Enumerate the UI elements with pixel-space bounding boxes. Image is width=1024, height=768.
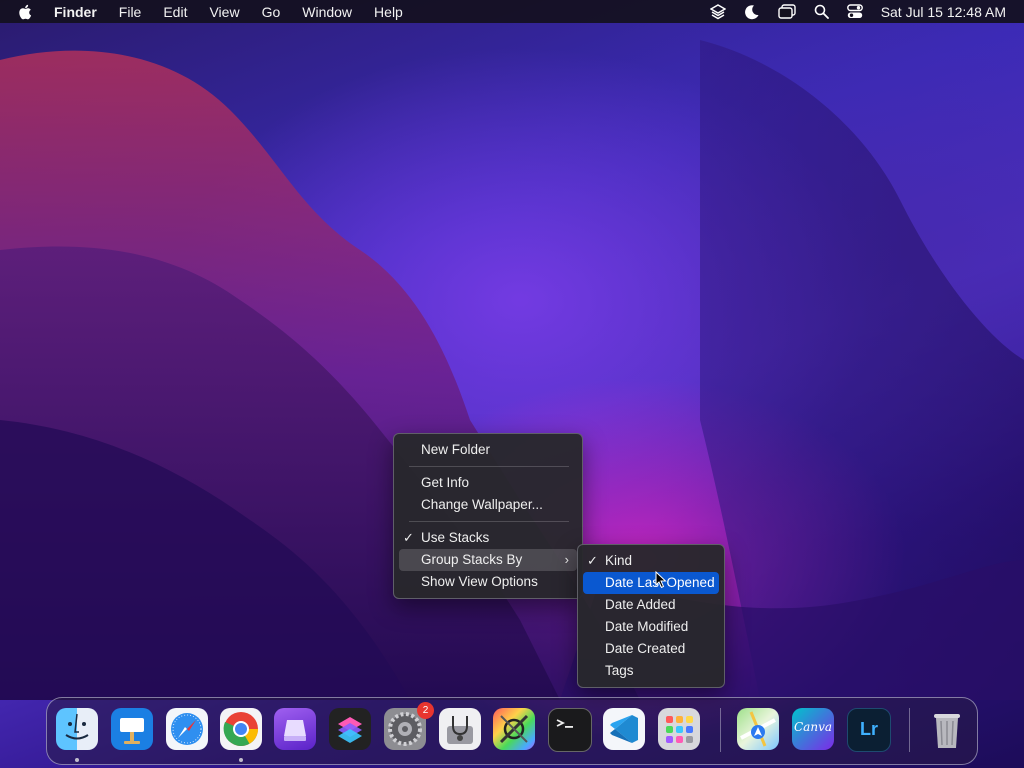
vscode-icon <box>610 715 638 743</box>
menubar-clock[interactable]: Sat Jul 15 12:48 AM <box>881 4 1006 20</box>
checkmark-icon: ✓ <box>587 553 598 568</box>
submenu-item-date-added[interactable]: Date Added <box>583 594 719 616</box>
group-stacks-submenu: ✓ Kind Date Last Opened Date Added Date M… <box>577 544 725 688</box>
menu-separator <box>409 521 569 522</box>
dock: 2 Canva Lr <box>46 697 978 765</box>
menu-bar: Finder File Edit View Go Window Help Sat… <box>0 0 1024 23</box>
dock-finder[interactable] <box>56 708 98 750</box>
menu-item-label: New Folder <box>421 442 491 457</box>
menu-separator <box>409 466 569 467</box>
submenu-item-label: Date Added <box>605 597 676 612</box>
chevron-right-icon: › <box>564 552 569 567</box>
menu-item-new-folder[interactable]: New Folder <box>399 439 577 461</box>
control-center-icon[interactable] <box>846 4 863 19</box>
menu-item-label: Get Info <box>421 475 470 490</box>
trash-icon <box>934 714 960 748</box>
dock-chrome[interactable] <box>220 708 262 750</box>
notification-badge: 2 <box>417 702 434 719</box>
dock-canva[interactable]: Canva <box>792 708 834 750</box>
apple-menu-icon[interactable] <box>18 4 38 20</box>
menu-help[interactable]: Help <box>374 4 403 20</box>
safari-icon <box>171 713 203 745</box>
menu-item-use-stacks[interactable]: ✓ Use Stacks <box>399 527 577 549</box>
dock-colorsync-utility[interactable] <box>493 708 535 750</box>
layers-icon[interactable] <box>709 3 726 20</box>
menu-file[interactable]: File <box>119 4 142 20</box>
menu-item-change-wallpaper[interactable]: Change Wallpaper... <box>399 494 577 516</box>
menu-item-get-info[interactable]: Get Info <box>399 472 577 494</box>
running-indicator <box>75 758 79 762</box>
dock-divider <box>720 708 721 752</box>
dock-terminal[interactable] <box>548 708 592 752</box>
submenu-item-label: Date Created <box>605 641 686 656</box>
menu-go[interactable]: Go <box>262 4 281 20</box>
drive-icon <box>284 720 306 741</box>
lightroom-label: Lr <box>860 719 878 739</box>
dock-launchpad[interactable] <box>658 708 700 750</box>
submenu-item-date-created[interactable]: Date Created <box>583 638 719 660</box>
menu-item-group-stacks-by[interactable]: Group Stacks By › <box>399 549 577 571</box>
submenu-item-label: Tags <box>605 663 634 678</box>
submenu-item-label: Date Modified <box>605 619 689 634</box>
menu-item-label: Use Stacks <box>421 530 490 545</box>
submenu-item-kind[interactable]: ✓ Kind <box>583 550 719 572</box>
launchpad-icon <box>666 716 693 743</box>
menu-view[interactable]: View <box>209 4 239 20</box>
dock-keynote[interactable] <box>111 708 153 750</box>
submenu-item-date-modified[interactable]: Date Modified <box>583 616 719 638</box>
dock-trash[interactable] <box>926 708 968 750</box>
canva-label: Canva <box>794 720 832 734</box>
windows-icon[interactable] <box>777 3 796 20</box>
dock-disk-utility[interactable] <box>439 708 481 750</box>
submenu-item-date-last-opened[interactable]: Date Last Opened <box>583 572 719 594</box>
finder-icon <box>65 713 89 740</box>
menu-item-show-view-options[interactable]: Show View Options <box>399 571 577 593</box>
menu-item-label: Group Stacks By <box>421 552 523 567</box>
menu-edit[interactable]: Edit <box>163 4 187 20</box>
menu-item-label: Show View Options <box>421 574 538 589</box>
desktop[interactable]: Finder File Edit View Go Window Help Sat… <box>0 0 1024 768</box>
submenu-item-tags[interactable]: Tags <box>583 660 719 682</box>
stethoscope-icon <box>447 716 473 744</box>
terminal-icon <box>556 719 573 728</box>
dock-maps[interactable] <box>737 708 779 750</box>
mouse-cursor-icon <box>655 571 667 589</box>
dock-system-settings[interactable]: 2 <box>384 702 434 750</box>
desktop-context-menu: New Folder Get Info Change Wallpaper... … <box>393 433 583 599</box>
shortcuts-icon <box>338 717 362 743</box>
submenu-item-label: Kind <box>605 553 633 568</box>
menu-finder[interactable]: Finder <box>54 4 97 20</box>
wallpaper <box>0 40 1024 701</box>
menu-window[interactable]: Window <box>302 4 352 20</box>
dock-lightroom[interactable]: Lr <box>847 708 891 752</box>
checkmark-icon: ✓ <box>403 530 414 545</box>
running-indicator <box>239 758 243 762</box>
menu-item-label: Change Wallpaper... <box>421 497 543 512</box>
dock-shortcuts[interactable] <box>329 708 371 750</box>
moon-icon[interactable] <box>744 4 760 20</box>
dock-purple-app[interactable] <box>274 708 316 750</box>
tools-icon <box>499 714 529 744</box>
chrome-icon <box>223 712 258 747</box>
maps-icon <box>740 711 776 747</box>
dock-vscode[interactable] <box>603 708 645 750</box>
keynote-icon <box>120 718 144 744</box>
dock-divider <box>909 708 910 752</box>
dock-safari[interactable] <box>166 708 208 750</box>
search-icon[interactable] <box>814 4 829 19</box>
